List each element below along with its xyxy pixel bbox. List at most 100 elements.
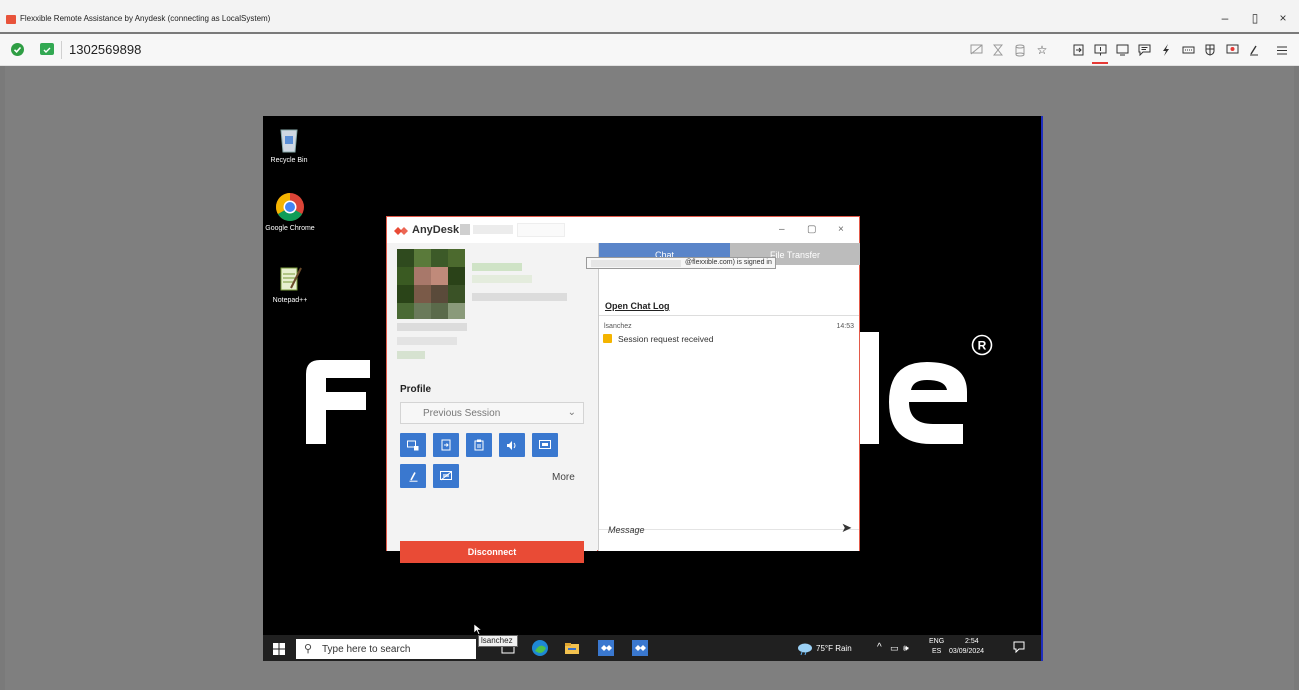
minimize-button[interactable]: –	[1215, 10, 1235, 26]
desktop-icon-recycle-bin[interactable]: Recycle Bin	[263, 124, 315, 165]
weather-text[interactable]: 75°F Rain	[816, 644, 852, 653]
send-icon[interactable]: ➤	[841, 520, 852, 536]
database-icon[interactable]	[1009, 39, 1031, 61]
desktop-icon-notepad[interactable]: Notepad++	[264, 264, 316, 305]
keyboard-icon[interactable]	[1177, 39, 1199, 61]
message-text: Session request received	[618, 334, 714, 344]
redacted-text	[397, 323, 467, 331]
clipboard-button[interactable]	[466, 433, 492, 457]
recycle-bin-icon	[274, 124, 304, 154]
whiteboard-button[interactable]	[400, 464, 426, 488]
flexxible-app-icon	[6, 15, 16, 24]
window-titlebar: Flexxible Remote Assistance by Anydesk (…	[0, 0, 1299, 32]
session-id-label: 1302569898	[69, 42, 142, 57]
anydesk-titlebar: AnyDesk – ▢ ×	[387, 217, 859, 243]
clock-time[interactable]: 2:54	[965, 638, 979, 645]
signed-in-text: @flexxible.com) is signed in	[685, 259, 772, 266]
tray-chevron-icon[interactable]: ^	[877, 642, 882, 653]
disconnect-button[interactable]: Disconnect	[400, 541, 584, 563]
redacted-text	[397, 351, 425, 359]
anydesk-logo-icon	[394, 224, 408, 236]
anydesk-title: AnyDesk	[412, 224, 460, 236]
window-title: Flexxible Remote Assistance by Anydesk (…	[20, 14, 271, 23]
signed-in-tooltip: @flexxible.com) is signed in	[586, 257, 776, 269]
clock-date[interactable]: 03/09/2024	[949, 648, 984, 655]
session-toolbar: 1302569898 ☆	[0, 34, 1299, 66]
chat-request-icon[interactable]	[1089, 39, 1111, 64]
desktop-icon-chrome[interactable]: Google Chrome	[264, 192, 316, 233]
block-input-button[interactable]	[433, 464, 459, 488]
file-explorer-icon[interactable]	[563, 639, 581, 657]
session-request-icon	[603, 334, 612, 343]
redacted-name	[472, 263, 522, 271]
message-timestamp: 14:53	[836, 323, 854, 330]
menu-icon[interactable]	[1271, 39, 1293, 61]
open-chat-log-link[interactable]: Open Chat Log	[605, 301, 670, 311]
hourglass-icon[interactable]	[987, 39, 1009, 61]
restore-button[interactable]: ▯	[1245, 10, 1265, 26]
chat-divider	[599, 315, 859, 316]
toolbar-separator	[61, 41, 62, 59]
wallpaper-logo-le	[859, 332, 969, 444]
chat-icon[interactable]	[1133, 39, 1155, 61]
session-select-value: Previous Session	[423, 408, 501, 419]
anydesk-taskbar-icon-2[interactable]	[631, 639, 649, 657]
search-icon: ⚲	[304, 643, 313, 655]
desktop-edge	[1041, 116, 1043, 661]
star-icon[interactable]: ☆	[1031, 39, 1053, 61]
notepad-plus-icon	[275, 264, 305, 294]
anydesk-minimize-button[interactable]: –	[779, 224, 785, 235]
lightning-icon[interactable]	[1155, 39, 1177, 61]
profile-label: Profile	[400, 384, 432, 395]
screen-record-button[interactable]	[532, 433, 558, 457]
volume-icon[interactable]: 🕪	[903, 643, 909, 654]
chat-pane: Chat File Transfer Open Chat Log lsanche…	[598, 243, 860, 551]
avatar	[397, 249, 465, 319]
edge-icon[interactable]	[531, 639, 549, 657]
anydesk-maximize-button[interactable]: ▢	[807, 224, 816, 235]
keyboard-shortcut-button[interactable]	[400, 433, 426, 457]
record-icon[interactable]	[1221, 39, 1243, 61]
svg-text:R: R	[978, 339, 987, 353]
message-input[interactable]: Message	[608, 525, 645, 535]
notification-icon[interactable]	[1013, 641, 1025, 655]
whiteboard-icon[interactable]	[1243, 39, 1265, 61]
weather-icon[interactable]	[796, 639, 814, 657]
language-top[interactable]: ENG	[929, 638, 944, 645]
registered-mark: R	[971, 334, 993, 356]
session-profile-select[interactable]: Previous Session ⌄	[400, 402, 584, 424]
display-icon[interactable]	[1111, 39, 1133, 61]
taskbar-search-box[interactable]: ⚲ Type here to search	[296, 639, 476, 659]
redacted-block	[517, 223, 565, 237]
cursor-user-tooltip: lsanchez	[478, 635, 518, 647]
network-icon[interactable]: ▭	[890, 643, 899, 654]
anydesk-taskbar-icon[interactable]	[597, 639, 615, 657]
more-button[interactable]: More	[552, 472, 575, 483]
remote-taskbar: ⚲ Type here to search 75°F Rain ^ ▭ 🕪 EN…	[263, 635, 1041, 661]
audio-button[interactable]	[499, 433, 525, 457]
redacted-name	[472, 275, 532, 283]
toolbar-actions: ☆	[965, 39, 1293, 64]
chevron-down-icon: ⌄	[567, 407, 576, 418]
search-placeholder: Type here to search	[322, 644, 411, 655]
redacted-email	[591, 260, 681, 267]
anydesk-close-button[interactable]: ×	[838, 224, 844, 235]
display-off-icon[interactable]	[965, 39, 987, 61]
chrome-label: Google Chrome	[265, 225, 315, 232]
file-transfer-icon[interactable]	[1067, 39, 1089, 61]
redacted-email	[472, 293, 567, 301]
profile-pane: Profile Previous Session ⌄ More Disconne…	[387, 243, 597, 563]
windows-start-icon[interactable]	[273, 642, 285, 655]
recycle-bin-label: Recycle Bin	[270, 157, 308, 164]
redacted-block	[473, 225, 513, 234]
redacted-block	[460, 224, 470, 235]
privacy-icon[interactable]	[1199, 39, 1221, 61]
remote-monitor-icon[interactable]	[40, 43, 54, 55]
message-sender: lsanchez	[604, 323, 632, 330]
redacted-text	[397, 337, 457, 345]
file-transfer-button[interactable]	[433, 433, 459, 457]
chrome-icon	[275, 192, 305, 222]
language-bottom[interactable]: ES	[932, 648, 941, 655]
close-button[interactable]: ×	[1273, 10, 1293, 26]
notepad-label: Notepad++	[272, 297, 308, 304]
